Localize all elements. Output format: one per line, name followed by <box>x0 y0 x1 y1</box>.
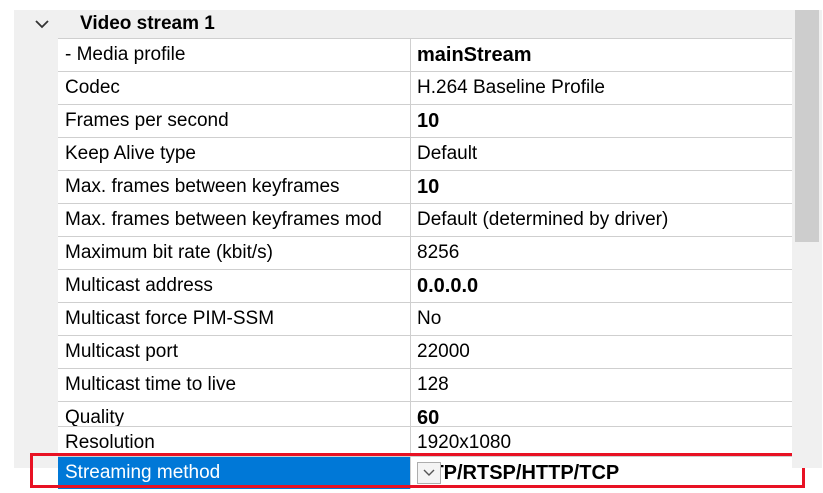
category-header-video-stream-1[interactable]: Video stream 1 <box>14 10 792 38</box>
property-name: Frames per second <box>65 110 229 131</box>
property-value[interactable]: 22000 <box>417 341 470 363</box>
property-value[interactable]: Default (determined by driver) <box>417 209 668 231</box>
property-name: - Media profile <box>65 44 186 65</box>
property-row-multicast-force-pim-ssm[interactable]: Multicast force PIM-SSM No <box>58 302 792 335</box>
property-row-media-profile[interactable]: - Media profile mainStream <box>58 38 792 71</box>
property-value[interactable]: 10 <box>417 110 439 133</box>
property-name: Keep Alive type <box>65 143 196 164</box>
property-row-keep-alive-type[interactable]: Keep Alive type Default <box>58 137 792 170</box>
property-row-multicast-port[interactable]: Multicast port 22000 <box>58 335 792 368</box>
property-value[interactable]: mainStream <box>417 44 532 67</box>
property-name: Multicast force PIM-SSM <box>65 308 275 329</box>
property-row-multicast-time-to-live[interactable]: Multicast time to live 128 <box>58 368 792 401</box>
property-name: Codec <box>65 77 120 98</box>
property-name: Multicast port <box>65 341 178 362</box>
property-value[interactable]: 8256 <box>417 242 459 264</box>
property-row-maximum-bit-rate[interactable]: Maximum bit rate (kbit/s) 8256 <box>58 236 792 269</box>
property-value[interactable]: 10 <box>417 176 439 199</box>
property-row-max-frames-between-keyframes-mode[interactable]: Max. frames between keyframes mod Defaul… <box>58 203 792 236</box>
scrollbar-thumb[interactable] <box>795 10 819 242</box>
chevron-down-icon[interactable] <box>32 14 52 34</box>
property-row-codec[interactable]: Codec H.264 Baseline Profile <box>58 71 792 104</box>
property-value[interactable]: H.264 Baseline Profile <box>417 77 605 99</box>
property-name: Maximum bit rate (kbit/s) <box>65 242 273 263</box>
property-name: Resolution <box>65 432 155 453</box>
property-name: Max. frames between keyframes <box>65 176 340 197</box>
vertical-scrollbar[interactable] <box>792 10 822 468</box>
property-value[interactable]: 0.0.0.0 <box>417 275 478 298</box>
red-highlight-box <box>30 453 805 488</box>
property-value[interactable]: No <box>417 308 441 330</box>
property-row-frames-per-second[interactable]: Frames per second 10 <box>58 104 792 137</box>
property-value[interactable]: 1920x1080 <box>417 432 511 454</box>
property-row-multicast-address[interactable]: Multicast address 0.0.0.0 <box>58 269 792 302</box>
property-value[interactable]: 128 <box>417 374 449 396</box>
property-row-max-frames-between-keyframes[interactable]: Max. frames between keyframes 10 <box>58 170 792 203</box>
category-title: Video stream 1 <box>80 13 215 34</box>
property-value[interactable]: Default <box>417 143 477 165</box>
property-name: Multicast time to live <box>65 374 237 395</box>
grid-left-margin <box>14 38 58 468</box>
property-grid: Video stream 1 - Media profile mainStrea… <box>0 0 823 493</box>
property-name: Multicast address <box>65 275 213 296</box>
property-name: Max. frames between keyframes mod <box>65 209 382 230</box>
